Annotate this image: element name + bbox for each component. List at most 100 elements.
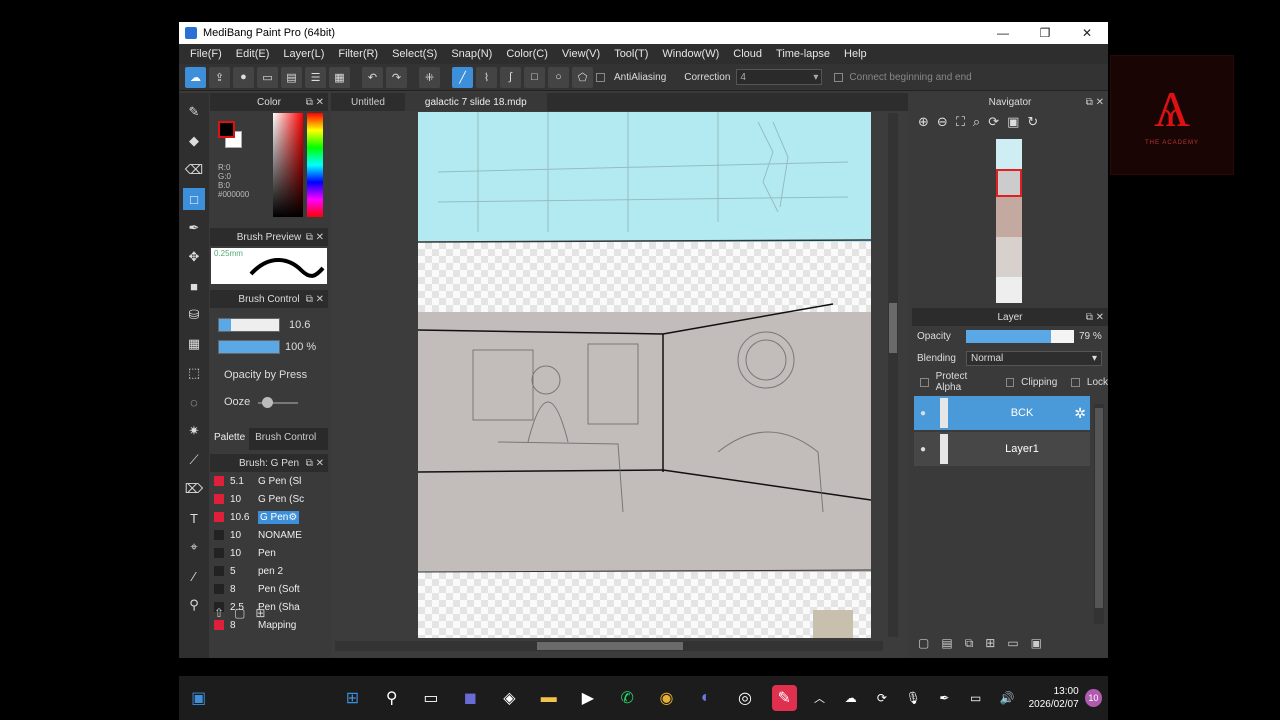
magic-wand-icon[interactable]: ✷ xyxy=(183,420,205,442)
share-icon[interactable]: ⇪ xyxy=(209,66,230,88)
eraser-tool-icon[interactable]: ◆ xyxy=(183,130,205,152)
dot-eraser-icon[interactable]: ⌫ xyxy=(183,159,205,181)
shape-tool-icon[interactable]: □ xyxy=(183,188,205,210)
volume-icon[interactable]: 🔊 xyxy=(994,685,1019,711)
brush-list-item[interactable]: 5 pen 2 xyxy=(210,562,328,580)
connect-checkbox[interactable] xyxy=(834,72,844,82)
drawing-canvas[interactable] xyxy=(418,112,871,638)
tab-palette[interactable]: Palette xyxy=(210,428,250,450)
brush-opacity-slider[interactable] xyxy=(218,340,280,354)
panel-close-icon[interactable]: ⧉ ✕ xyxy=(306,294,324,305)
gear-icon[interactable]: ✲ xyxy=(1074,405,1086,422)
new-layer-icon[interactable]: ▢ xyxy=(918,636,929,651)
tab-galactic[interactable]: galactic 7 slide 18.mdp xyxy=(404,93,547,111)
zoom-icon[interactable]: ⌕ xyxy=(973,114,980,130)
move-tool-icon[interactable]: ✥ xyxy=(183,246,205,268)
chat-icon[interactable]: ▭ xyxy=(257,66,278,88)
menu-layer[interactable]: Layer(L) xyxy=(276,48,331,60)
brush-tool-icon[interactable]: ✎ xyxy=(183,101,205,123)
document-icon[interactable]: ▤ xyxy=(281,66,302,88)
panel-close-icon[interactable]: ⧉ ✕ xyxy=(306,458,324,469)
polyline-icon[interactable]: ⌇ xyxy=(476,66,497,88)
network-icon[interactable]: ▭ xyxy=(963,685,988,711)
fill-rect-icon[interactable]: ■ xyxy=(183,275,205,297)
select-eraser-icon[interactable]: ⌦ xyxy=(183,478,205,500)
tray-icon-2[interactable]: ⟳ xyxy=(869,685,894,711)
transform-icon[interactable]: ⁜ xyxy=(419,66,440,88)
delete-layer-icon[interactable]: ▣ xyxy=(1031,636,1042,651)
tab-untitled[interactable]: Untitled xyxy=(331,93,405,111)
layer-scrollbar[interactable] xyxy=(1094,404,1104,624)
foreground-color-swatch[interactable] xyxy=(218,121,235,138)
list-icon[interactable]: ☰ xyxy=(305,66,326,88)
new-brush-icon[interactable]: ▢ xyxy=(234,606,245,620)
folder-icon[interactable]: ▭ xyxy=(1007,636,1018,651)
menu-select[interactable]: Select(S) xyxy=(385,48,444,60)
layer-opacity-slider[interactable] xyxy=(966,330,1074,343)
brush-list-item[interactable]: 10 Pen xyxy=(210,544,328,562)
ooze-slider[interactable] xyxy=(258,397,298,408)
lock-checkbox[interactable] xyxy=(1071,377,1080,387)
text-tool-icon[interactable]: T xyxy=(183,507,205,529)
color-picker[interactable]: R:0 G:0 B:0 #000000 xyxy=(210,111,328,229)
teams-icon[interactable]: ◼ xyxy=(458,685,483,711)
add-brush-icon[interactable]: ⊞ xyxy=(255,606,265,620)
saturation-value-box[interactable] xyxy=(273,113,303,217)
start-icon[interactable]: ⊞ xyxy=(340,685,365,711)
rectangle-icon[interactable]: □ xyxy=(524,66,545,88)
clock[interactable]: 13:00 2026/02/07 xyxy=(1029,685,1079,711)
blending-select[interactable]: Normal ▾ xyxy=(966,351,1102,366)
visibility-icon[interactable]: ● xyxy=(914,408,932,419)
fit-icon[interactable]: ⛶ xyxy=(956,114,965,130)
restore-button[interactable]: ❐ xyxy=(1024,26,1066,40)
actual-size-icon[interactable]: ▣ xyxy=(1007,114,1019,130)
pen-icon[interactable]: ✒ xyxy=(932,685,957,711)
app-icon-2[interactable]: ◎ xyxy=(732,685,757,711)
divide-tool-icon[interactable]: ⁄ xyxy=(183,565,205,587)
close-button[interactable]: ✕ xyxy=(1066,26,1108,40)
vertical-scrollbar[interactable] xyxy=(888,113,898,637)
minimize-button[interactable]: — xyxy=(982,26,1024,40)
menu-tool[interactable]: Tool(T) xyxy=(607,48,655,60)
search-icon[interactable]: ⚲ xyxy=(379,685,404,711)
pen-tool-icon[interactable]: ✒ xyxy=(183,217,205,239)
brush-list-item[interactable]: 10 NONAME xyxy=(210,526,328,544)
copy-layer-icon[interactable]: ⧉ xyxy=(965,636,974,651)
lasso-tool-icon[interactable]: ◌ xyxy=(183,391,205,413)
curve-icon[interactable]: ∫ xyxy=(500,66,521,88)
panel-close-icon[interactable]: ⧉ ✕ xyxy=(306,232,324,243)
new-color-layer-icon[interactable]: ▤ xyxy=(941,636,952,651)
antialias-checkbox[interactable] xyxy=(596,72,605,82)
panel-close-icon[interactable]: ⧉ ✕ xyxy=(306,97,324,108)
navigator-thumbnail[interactable] xyxy=(996,139,1022,303)
correction-select[interactable]: 4 ▾ xyxy=(736,69,823,85)
cloud-icon[interactable]: ☁ xyxy=(185,66,206,88)
brush-list-item[interactable]: 10.6 G Pen⚙ xyxy=(210,508,328,526)
bucket-tool-icon[interactable]: ⛁ xyxy=(183,304,205,326)
brush-list-item[interactable]: 8 Pen (Soft xyxy=(210,580,328,598)
brush-list-item[interactable]: 10 G Pen (Sc xyxy=(210,490,328,508)
eyedropper-tool-icon[interactable]: ⚲ xyxy=(183,594,205,616)
notification-badge[interactable]: 10 xyxy=(1084,689,1103,707)
menu-window[interactable]: Window(W) xyxy=(655,48,726,60)
gradient-tool-icon[interactable]: ▦ xyxy=(183,333,205,355)
menu-help[interactable]: Help xyxy=(837,48,874,60)
chevron-up-icon[interactable]: ︿ xyxy=(807,685,832,711)
discord-icon[interactable]: ◐ xyxy=(693,685,718,711)
brush-list-item[interactable]: 5.1 G Pen (Sl xyxy=(210,472,328,490)
widgets-icon[interactable]: ▣ xyxy=(186,685,211,711)
menu-snap[interactable]: Snap(N) xyxy=(444,48,499,60)
media-player-icon[interactable]: ▶ xyxy=(575,685,600,711)
ellipse-icon[interactable]: ○ xyxy=(548,66,569,88)
comment-icon[interactable]: ● xyxy=(233,66,254,88)
hue-bar[interactable] xyxy=(307,113,323,217)
layer-row-layer1[interactable]: ● Layer1 xyxy=(914,432,1090,466)
whatsapp-icon[interactable]: ✆ xyxy=(615,685,640,711)
operation-tool-icon[interactable]: ⌖ xyxy=(183,536,205,558)
grid-icon[interactable]: ▦ xyxy=(329,66,350,88)
menu-color[interactable]: Color(C) xyxy=(499,48,555,60)
app-icon-1[interactable]: ◈ xyxy=(497,685,522,711)
menu-cloud[interactable]: Cloud xyxy=(726,48,769,60)
undo-icon[interactable]: ↶ xyxy=(362,66,383,88)
tab-brush-control[interactable]: Brush Control xyxy=(249,428,322,450)
